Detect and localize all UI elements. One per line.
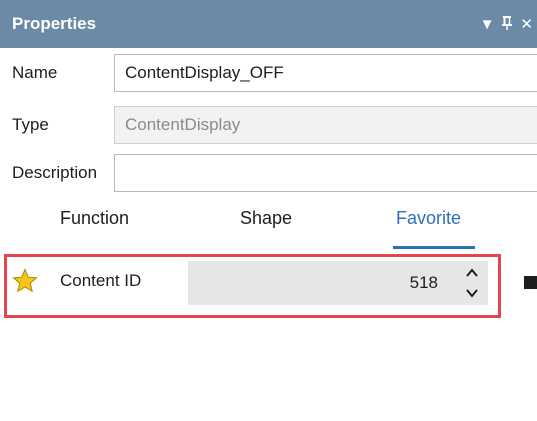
active-tab-indicator [393,246,475,249]
description-field[interactable] [114,154,537,192]
content-id-spinbox[interactable]: 518 [188,261,488,305]
title-controls: ▼ ✕ [480,0,537,48]
chevron-down-icon[interactable] [464,285,480,301]
close-icon[interactable]: ✕ [520,17,533,32]
panel-title: Properties [12,14,97,33]
tab-shape[interactable]: Shape [240,208,292,229]
name-row: Name [0,52,537,94]
pin-icon[interactable] [500,15,514,34]
content-id-stepper [464,265,480,301]
type-row: Type ContentDisplay [0,104,537,146]
name-label: Name [12,63,58,82]
tab-favorite[interactable]: Favorite [396,208,461,229]
tab-function[interactable]: Function [60,208,129,229]
type-field: ContentDisplay [114,106,537,144]
star-icon[interactable] [12,268,38,294]
description-row: Description [0,152,537,194]
chevron-up-icon[interactable] [464,265,480,281]
content-id-value[interactable]: 518 [410,273,438,293]
name-field[interactable] [114,54,537,92]
content-id-label: Content ID [60,271,142,290]
dropdown-icon[interactable]: ▼ [480,17,495,32]
favorite-row-content-id: Content ID 518 [8,259,498,307]
properties-titlebar: Properties ▼ ✕ [0,0,537,48]
type-label: Type [12,115,49,134]
tab-bar: Function Shape Favorite [0,208,537,249]
description-label: Description [12,163,98,182]
color-swatch[interactable] [524,276,537,289]
